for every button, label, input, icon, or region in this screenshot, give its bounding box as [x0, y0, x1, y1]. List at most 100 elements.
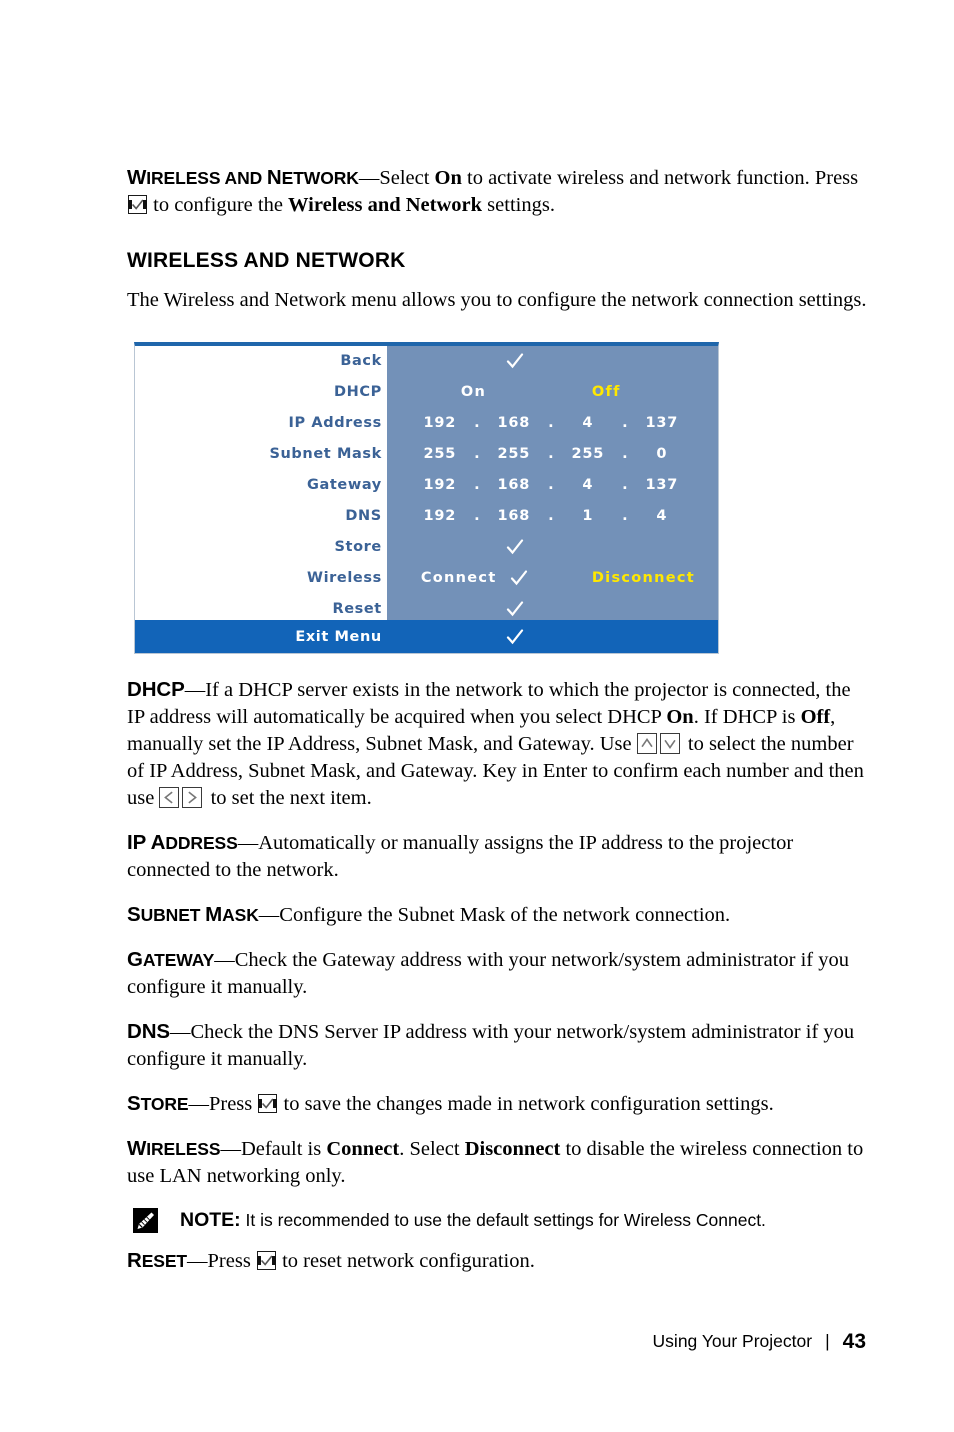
subnet-mask-term: SUBNET MASK [127, 903, 259, 926]
ip-octet[interactable]: 192 [417, 508, 463, 524]
ip-octet[interactable]: 137 [639, 477, 685, 493]
ip-octet[interactable]: 1 [565, 508, 611, 524]
ip-dot: . [548, 507, 554, 524]
store-term-cap: S [127, 1092, 141, 1115]
ip-dot: . [474, 507, 480, 524]
osd-value-wireless: Connect Disconnect [387, 562, 718, 593]
osd-value-ip-address: 192 . 168 . 4 . 137 [387, 408, 718, 439]
reset-term: RESET [127, 1249, 188, 1272]
checkmark-icon [505, 599, 525, 619]
osd-menu-screenshot: Back DHCP On Off IP Address 192 . 168 . … [134, 342, 719, 654]
ip-octet[interactable]: 4 [565, 415, 611, 431]
dhcp-bold-off: Off [800, 706, 831, 728]
osd-option-wireless-connect[interactable]: Connect [421, 570, 497, 586]
osd-row-ip-address[interactable]: IP Address 192 . 168 . 4 . 137 [135, 408, 718, 439]
intro-bold-wan: Wireless and Network [288, 194, 483, 216]
intro-paragraph: WIRELESS AND NETWORK—Select On to activa… [127, 164, 867, 219]
reset-paragraph: RESET—Press to reset network configurati… [127, 1247, 867, 1275]
osd-label-reset: Reset [332, 600, 382, 617]
ip-octet[interactable]: 168 [491, 415, 537, 431]
osd-label-dns: DNS [345, 507, 382, 524]
osd-value-back [387, 346, 718, 377]
gateway-term-cap: G [127, 948, 143, 971]
osd-label-exit-menu: Exit Menu [295, 628, 382, 645]
ip-octet[interactable]: 168 [491, 477, 537, 493]
page-footer: Using Your Projector | 43 [0, 1330, 866, 1354]
ip-dot: . [474, 477, 480, 493]
ip-dot: . [622, 507, 628, 524]
store-text-1: —Press [188, 1093, 258, 1115]
osd-value-exit-menu [387, 620, 718, 653]
osd-value-dhcp: On Off [387, 377, 718, 408]
intro-term-rest2: ETWORK [281, 168, 359, 188]
ip-octet[interactable]: 255 [491, 446, 537, 462]
note-text: NOTE: It is recommended to use the defau… [180, 1207, 766, 1232]
dhcp-paragraph: DHCP—If a DHCP server exists in the netw… [127, 676, 867, 812]
reset-term-rest: ESET [141, 1251, 188, 1271]
subnet-mask-term-rest2: ASK [222, 905, 259, 925]
ip-address-term-cap: IP A [127, 831, 166, 854]
arrow-down-icon [659, 733, 680, 754]
note-block: NOTE: It is recommended to use the defau… [127, 1207, 867, 1233]
note-body: It is recommended to use the default set… [240, 1210, 766, 1230]
osd-label-back: Back [340, 353, 382, 370]
footer-separator: | [825, 1331, 830, 1351]
osd-label-subnet-mask: Subnet Mask [269, 446, 382, 463]
osd-label-gateway: Gateway [307, 477, 382, 493]
ip-octet[interactable]: 192 [417, 415, 463, 431]
ip-address-term: IP ADDRESS [127, 831, 238, 854]
dhcp-term: DHCP [127, 678, 185, 701]
intro-text-1: —Select [358, 167, 435, 189]
osd-option-dhcp-on[interactable]: On [461, 384, 486, 400]
note-label: NOTE: [180, 1209, 241, 1231]
dhcp-term-cap: DHCP [127, 678, 185, 701]
section-heading: WIRELESS AND NETWORK [127, 249, 406, 272]
checkmark-icon [509, 568, 529, 588]
ip-octet[interactable]: 255 [565, 446, 611, 462]
reset-text-2: to reset network configuration. [276, 1250, 535, 1272]
osd-option-dhcp-off[interactable]: Off [592, 384, 621, 400]
wireless-term-cap: W [127, 1137, 147, 1160]
intro-text-3: to configure the [148, 194, 289, 216]
dhcp-text-2: . If DHCP is [693, 706, 801, 728]
ip-octet[interactable]: 192 [417, 477, 463, 493]
ip-octet[interactable]: 0 [639, 446, 685, 462]
section-description: The Wireless and Network menu allows you… [127, 289, 867, 311]
arrow-right-icon [182, 787, 203, 808]
osd-row-back[interactable]: Back [135, 346, 718, 377]
osd-row-exit-menu[interactable]: Exit Menu [135, 620, 718, 653]
enter-key-icon [256, 1251, 276, 1270]
intro-term-cap: W [127, 166, 147, 189]
ip-octet[interactable]: 4 [565, 477, 611, 493]
osd-label-ip-address: IP Address [288, 415, 382, 432]
ip-octet[interactable]: 168 [491, 508, 537, 524]
ip-octet[interactable]: 255 [417, 446, 463, 462]
osd-option-wireless-disconnect[interactable]: Disconnect [592, 570, 695, 586]
ip-dot: . [622, 446, 628, 463]
note-pencil-icon [133, 1208, 158, 1233]
intro-bold-on: On [434, 167, 462, 189]
gateway-paragraph: GATEWAY—Check the Gateway address with y… [127, 946, 867, 1001]
intro-term: WIRELESS AND NETWORK [127, 166, 359, 189]
footer-page-number: 43 [842, 1330, 866, 1353]
wireless-text-2: . Select [399, 1138, 465, 1160]
ip-address-paragraph: IP ADDRESS—Automatically or manually ass… [127, 829, 867, 884]
osd-row-subnet-mask[interactable]: Subnet Mask 255 . 255 . 255 . 0 [135, 439, 718, 470]
osd-row-gateway[interactable]: Gateway 192 . 168 . 4 . 137 [135, 470, 718, 501]
osd-row-dhcp[interactable]: DHCP On Off [135, 377, 718, 408]
arrow-left-icon [159, 787, 180, 808]
reset-text-1: —Press [187, 1250, 256, 1272]
gateway-text: —Check the Gateway address with your net… [127, 949, 850, 998]
ip-octet[interactable]: 137 [639, 415, 685, 431]
subnet-mask-term-cap2: M [205, 903, 223, 926]
ip-octet[interactable]: 4 [639, 508, 685, 524]
osd-row-store[interactable]: Store [135, 531, 718, 562]
store-text-2: to save the changes made in network conf… [278, 1093, 774, 1115]
checkmark-icon [505, 627, 525, 647]
osd-rows: Back DHCP On Off IP Address 192 . 168 . … [135, 346, 718, 620]
osd-label-store: Store [334, 538, 382, 555]
dns-paragraph: DNS—Check the DNS Server IP address with… [127, 1018, 867, 1073]
osd-row-wireless[interactable]: Wireless Connect Disconnect [135, 562, 718, 593]
osd-row-dns[interactable]: DNS 192 . 168 . 1 . 4 [135, 500, 718, 531]
footer-chapter: Using Your Projector [652, 1331, 813, 1351]
